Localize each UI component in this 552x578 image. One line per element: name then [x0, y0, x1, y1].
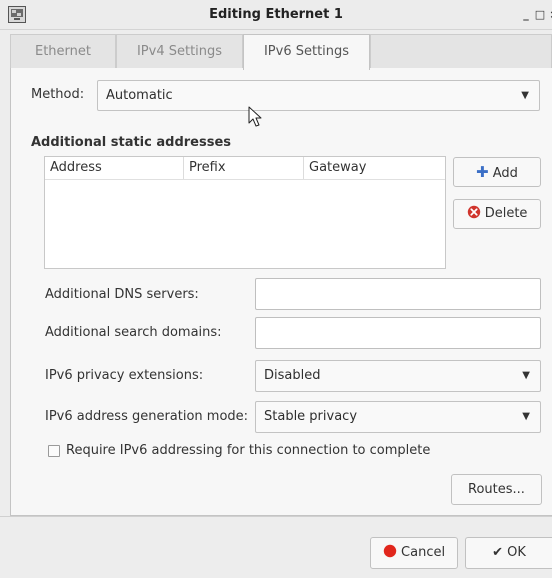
chevron-down-icon: ▼	[521, 90, 529, 101]
column-header-address[interactable]: Address	[45, 157, 184, 179]
dns-servers-label: Additional DNS servers:	[45, 287, 199, 302]
method-select[interactable]: Automatic ▼	[97, 80, 540, 111]
delete-button[interactable]: Delete	[453, 199, 541, 229]
chevron-down-icon: ▼	[522, 370, 530, 381]
ok-button[interactable]: ✔ OK	[465, 537, 552, 569]
tab-ipv6-settings[interactable]: IPv6 Settings	[243, 34, 370, 70]
mouse-cursor-icon	[248, 106, 262, 127]
checkmark-icon: ✔	[492, 545, 503, 560]
tab-ipv4-settings[interactable]: IPv4 Settings	[116, 34, 243, 69]
address-generation-value: Stable privacy	[264, 409, 358, 424]
method-label: Method:	[31, 87, 85, 102]
dns-servers-input[interactable]	[255, 278, 541, 310]
column-header-gateway[interactable]: Gateway	[304, 157, 445, 179]
privacy-extensions-value: Disabled	[264, 368, 321, 383]
cancel-button-label: Cancel	[401, 545, 446, 560]
column-header-prefix[interactable]: Prefix	[184, 157, 304, 179]
static-addresses-table[interactable]: Address Prefix Gateway	[44, 156, 446, 269]
tab-bar-filler	[370, 34, 552, 69]
static-addresses-heading: Additional static addresses	[31, 135, 232, 150]
search-domains-label: Additional search domains:	[45, 325, 222, 340]
close-button[interactable]: ×	[546, 7, 552, 23]
add-button-label: Add	[492, 166, 518, 181]
chevron-down-icon: ▼	[522, 411, 530, 422]
address-generation-label: IPv6 address generation mode:	[45, 409, 249, 424]
cancel-icon	[383, 544, 397, 558]
address-generation-select[interactable]: Stable privacy ▼	[255, 401, 541, 433]
header-divider	[45, 179, 445, 180]
delete-button-label: Delete	[484, 206, 528, 221]
delete-icon	[467, 205, 480, 219]
plus-icon: ✚	[476, 163, 489, 181]
search-domains-input[interactable]	[255, 317, 541, 349]
ok-button-label: OK	[507, 545, 526, 560]
footer-divider	[0, 516, 552, 517]
privacy-extensions-label: IPv6 privacy extensions:	[45, 368, 204, 383]
require-ipv6-checkbox[interactable]	[48, 445, 60, 457]
tab-ethernet[interactable]: Ethernet	[10, 34, 116, 69]
privacy-extensions-select[interactable]: Disabled ▼	[255, 360, 541, 392]
require-ipv6-label[interactable]: Require IPv6 addressing for this connect…	[66, 443, 430, 458]
add-button[interactable]: ✚ Add	[453, 157, 541, 187]
routes-button[interactable]: Routes...	[451, 474, 542, 505]
method-value: Automatic	[106, 88, 173, 103]
window-title: Editing Ethernet 1	[209, 7, 343, 22]
cancel-button[interactable]: Cancel	[370, 537, 458, 569]
